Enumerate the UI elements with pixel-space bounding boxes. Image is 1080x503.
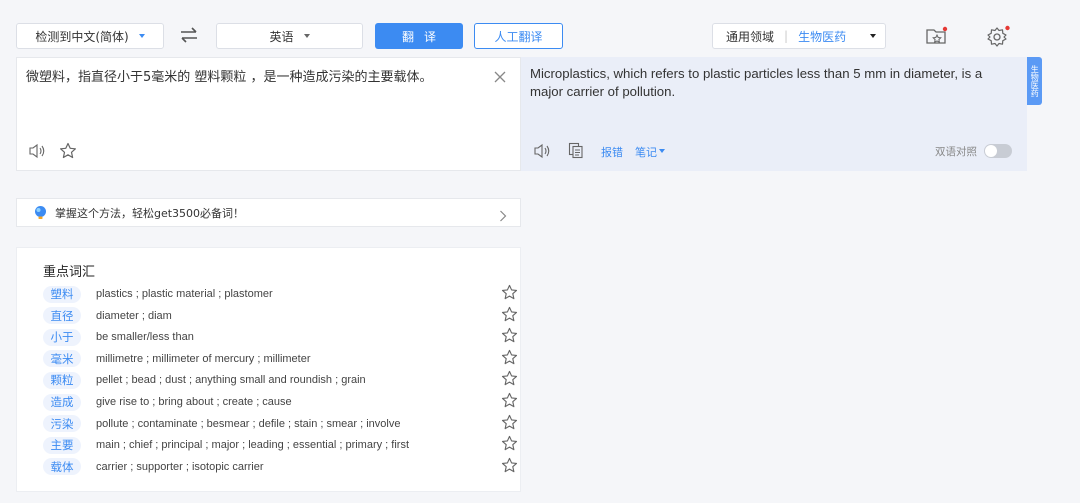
domain-separator: |: [784, 29, 789, 43]
favorites-folder-icon[interactable]: [925, 26, 949, 46]
bilingual-toggle-label: 双语对照: [935, 146, 977, 158]
domain-general-label: 通用领域: [726, 29, 775, 44]
notes-link[interactable]: 笔记: [635, 144, 657, 160]
translation-result-panel: Microplastics, which refers to plastic p…: [521, 57, 1027, 171]
star-icon[interactable]: [501, 457, 518, 478]
promo-tip-bar[interactable]: 掌握这个方法，轻松get3500必备词！: [16, 198, 521, 227]
star-icon[interactable]: [501, 349, 518, 370]
clear-text-close-icon[interactable]: [494, 68, 506, 83]
star-icon[interactable]: [501, 435, 518, 456]
vocab-word[interactable]: 污染: [43, 415, 81, 433]
vocab-word[interactable]: 颗粒: [43, 371, 81, 389]
chevron-down-icon[interactable]: [659, 149, 665, 153]
vocab-word[interactable]: 直径: [43, 307, 81, 325]
domain-selected-label: 生物医药: [798, 29, 847, 44]
human-translate-button[interactable]: 人工翻译: [474, 23, 563, 49]
vocab-word[interactable]: 毫米: [43, 350, 81, 368]
star-icon[interactable]: [501, 370, 518, 391]
vocab-word[interactable]: 主要: [43, 436, 81, 454]
translation-text: Microplastics, which refers to plastic p…: [530, 66, 983, 99]
vocab-definition: be smaller/less than: [96, 331, 194, 344]
vocab-row: 塑料 plastics ; plastic material ; plastome…: [43, 284, 518, 303]
source-text[interactable]: 微塑料，指直径小于5毫米的 塑料颗粒 ，是一种造成污染的主要载体。: [26, 66, 433, 85]
vocab-row: 载体 carrier ; supporter ; isotopic carrier: [43, 457, 518, 476]
vocab-definition: plastics ; plastic material ; plastomer: [96, 288, 273, 300]
target-language-label: 英语: [269, 29, 294, 44]
vocab-row: 直径 diameter ; diam: [43, 306, 518, 325]
vocab-row: 小于 be smaller/less than: [43, 328, 518, 346]
vocab-title: 重点词汇: [43, 265, 96, 280]
vocab-row: 污染 pollute ; contaminate ; besmear ; defi…: [43, 414, 518, 433]
vocab-definition: pellet ; bead ; dust ; anything small an…: [96, 374, 366, 387]
domain-side-tab[interactable]: 生物医药: [1027, 57, 1042, 105]
domain-select[interactable]: 通用领域 | 生物医药: [712, 23, 886, 49]
vocab-word[interactable]: 载体: [43, 458, 81, 476]
chevron-down-icon: [138, 34, 145, 38]
star-icon[interactable]: [501, 392, 518, 413]
chevron-down-icon: [870, 34, 877, 38]
target-language-select[interactable]: 英语: [216, 23, 363, 49]
star-icon[interactable]: [501, 284, 518, 305]
tip-text: 掌握这个方法，轻松get3500必备词！: [55, 206, 245, 220]
copy-icon[interactable]: [568, 142, 584, 159]
toolbar: 检测到中文(简体) 英语 翻译 人工翻译 通用领域 | 生物医药: [0, 0, 1080, 54]
tip-bulb-icon: [33, 205, 48, 220]
vocab-definition: pollute ; contaminate ; besmear ; defile…: [96, 417, 401, 430]
chevron-down-icon: [303, 34, 310, 38]
vocab-definition: carrier ; supporter ; isotopic carrier: [96, 460, 264, 473]
vocab-word[interactable]: 塑料: [43, 285, 81, 303]
vocab-definition: give rise to ; bring about ; create ; ca…: [96, 396, 292, 408]
settings-gear-icon[interactable]: [987, 25, 1011, 47]
star-icon[interactable]: [501, 327, 518, 348]
toggle-knob: [985, 145, 997, 157]
report-error-link[interactable]: 报错: [601, 144, 623, 160]
vocab-word[interactable]: 造成: [43, 393, 81, 411]
speaker-icon[interactable]: [29, 143, 47, 159]
star-icon[interactable]: [501, 414, 518, 435]
star-icon[interactable]: [59, 142, 77, 160]
vocab-definition: main ; chief ; principal ; major ; leadi…: [96, 439, 410, 452]
vocab-word[interactable]: 小于: [43, 328, 81, 346]
vocab-row: 造成 give rise to ; bring about ; create ; …: [43, 392, 518, 411]
source-language-select[interactable]: 检测到中文(简体): [16, 23, 164, 49]
vocab-row: 颗粒 pellet ; bead ; dust ; anything small …: [43, 371, 518, 389]
vocab-row: 主要 main ; chief ; principal ; major ; lea…: [43, 436, 518, 454]
speaker-icon[interactable]: [534, 143, 552, 159]
swap-languages-icon[interactable]: [179, 27, 199, 43]
star-icon[interactable]: [501, 306, 518, 327]
bilingual-toggle[interactable]: [984, 144, 1012, 158]
vocab-definition: millimetre ; millimeter of mercury ; mil…: [96, 352, 311, 365]
vocab-row: 毫米 millimetre ; millimeter of mercury ; m…: [43, 349, 518, 368]
translate-button[interactable]: 翻译: [375, 23, 463, 49]
vocab-definition: diameter ; diam: [96, 309, 172, 322]
key-vocabulary-card: 重点词汇 塑料 plastics ; plastic material ; pla…: [16, 247, 521, 492]
source-text-panel[interactable]: 微塑料，指直径小于5毫米的 塑料颗粒 ，是一种造成污染的主要载体。: [16, 57, 521, 171]
source-language-label: 检测到中文(简体): [35, 29, 129, 44]
chevron-right-icon: [499, 207, 507, 226]
